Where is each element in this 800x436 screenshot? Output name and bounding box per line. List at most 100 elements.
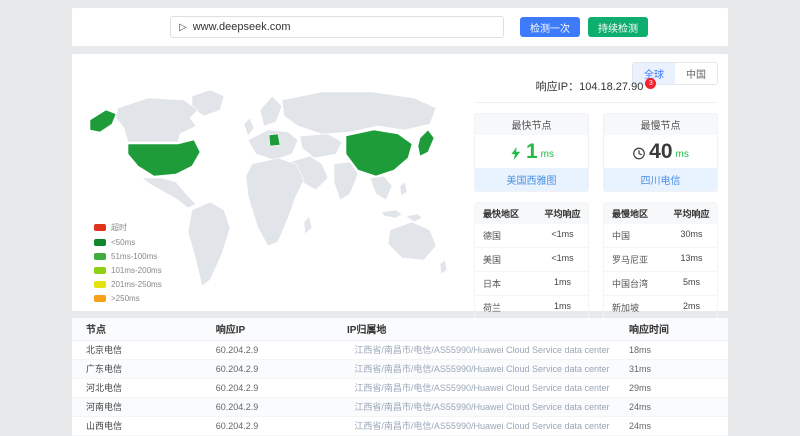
table-row: 河南电信 60.204.2.9 江西省/南昌市/电信/AS55990/Huawe…: [72, 397, 728, 416]
fastest-node-title: 最快节点: [475, 114, 588, 135]
table-row: 山西电信 60.204.2.9 江西省/南昌市/电信/AS55990/Huawe…: [72, 416, 728, 435]
node-ip: 60.204.2.9: [210, 340, 341, 359]
play-icon: ▷: [179, 22, 187, 33]
ip-count-badge: 3: [645, 78, 656, 89]
legend-item: 101ms-200ms: [94, 266, 162, 275]
search-bar: ▷ 检测一次 持续检测: [72, 8, 728, 46]
country-australia: [388, 222, 436, 260]
node-ip: 60.204.2.9: [210, 416, 341, 435]
slowest-latency-value: 40: [649, 142, 672, 162]
node-latency: 29ms: [623, 378, 728, 397]
response-ip-label: 响应IP：: [536, 81, 579, 93]
region-africa: [246, 158, 304, 246]
list-item: 罗马尼亚13ms: [604, 248, 717, 272]
fastest-latency-value: 1: [526, 142, 538, 162]
list-item: 美国<1ms: [475, 248, 588, 272]
legend-swatch: [94, 224, 106, 231]
country-madagascar: [304, 216, 312, 234]
table-header-row: 节点 响应IP IP归属地 响应时间: [72, 318, 728, 340]
continuous-check-button[interactable]: 持续检测: [588, 17, 648, 37]
legend-swatch: [94, 295, 106, 302]
legend-swatch: [94, 267, 106, 274]
check-once-button[interactable]: 检测一次: [520, 17, 580, 37]
table-header: 最慢地区 平均响应: [604, 203, 717, 224]
node-location: 江西省/南昌市/电信/AS55990/Huawei Cloud Service …: [341, 397, 623, 416]
result-panel: 全球 中国 超时 <50ms: [72, 54, 728, 311]
country-russia: [282, 92, 436, 134]
summary-column: 响应IP：104.18.27.903 最快节点 1 ms 美国西雅图 最慢节点: [474, 78, 718, 320]
list-item: 日本1ms: [475, 272, 588, 296]
column-header-latency: 响应时间: [623, 318, 728, 340]
slowest-latency-unit: ms: [676, 149, 689, 162]
legend-swatch: [94, 281, 106, 288]
region-southeast-asia: [370, 176, 392, 200]
legend-swatch: [94, 253, 106, 260]
fastest-latency-unit: ms: [541, 149, 554, 162]
node-ip: 60.204.2.9: [210, 359, 341, 378]
list-item: 中国台湾5ms: [604, 272, 717, 296]
table-row: 广东电信 60.204.2.9 江西省/南昌市/电信/AS55990/Huawe…: [72, 359, 728, 378]
column-header-location: IP归属地: [341, 318, 623, 340]
country-india: [334, 162, 358, 200]
table-row: 北京电信 60.204.2.9 江西省/南昌市/电信/AS55990/Huawe…: [72, 340, 728, 359]
country-philippines: [400, 182, 407, 196]
response-ip: 响应IP：104.18.27.903: [474, 78, 718, 103]
fastest-node-name: 美国西雅图: [475, 168, 588, 191]
node-latency: 31ms: [623, 359, 728, 378]
country-germany: [269, 134, 280, 146]
table-row: 河北电信 60.204.2.9 江西省/南昌市/电信/AS55990/Huawe…: [72, 378, 728, 397]
fastest-regions-table: 最快地区 平均响应 德国<1ms 美国<1ms 日本1ms 荷兰1ms: [474, 202, 589, 320]
node-location: 江西省/南昌市/电信/AS55990/Huawei Cloud Service …: [341, 378, 623, 397]
lightning-icon: [509, 144, 523, 162]
column-header-ip: 响应IP: [210, 318, 341, 340]
node-name: 河南电信: [72, 397, 210, 416]
country-indonesia: [382, 210, 402, 218]
legend-item: 51ms-100ms: [94, 252, 162, 261]
country-indonesia-east: [406, 214, 422, 222]
country-mexico: [142, 178, 196, 208]
legend-item: <50ms: [94, 238, 162, 247]
fastest-node-card: 最快节点 1 ms 美国西雅图: [474, 113, 589, 192]
country-south-america: [188, 202, 230, 286]
nodes-panel: 节点 响应IP IP归属地 响应时间 北京电信 60.204.2.9 江西省/南…: [72, 318, 728, 436]
legend-swatch: [94, 239, 106, 246]
map-legend: 超时 <50ms 51ms-100ms 101ms-200ms 201ms-25…: [94, 222, 162, 303]
node-latency: 24ms: [623, 416, 728, 435]
country-canada: [116, 98, 198, 142]
url-input-box[interactable]: ▷: [170, 16, 504, 38]
list-item: 德国<1ms: [475, 224, 588, 248]
list-item: 新加坡2ms: [604, 296, 717, 319]
node-latency: 18ms: [623, 340, 728, 359]
node-latency: 24ms: [623, 397, 728, 416]
country-usa: [128, 140, 200, 176]
node-ip: 60.204.2.9: [210, 378, 341, 397]
legend-item: 201ms-250ms: [94, 280, 162, 289]
country-uk: [244, 118, 254, 136]
table-header: 最快地区 平均响应: [475, 203, 588, 224]
url-input[interactable]: [193, 21, 495, 33]
region-central-asia: [300, 134, 342, 158]
nodes-table: 节点 响应IP IP归属地 响应时间 北京电信 60.204.2.9 江西省/南…: [72, 318, 728, 436]
node-name: 山西电信: [72, 416, 210, 435]
slowest-regions-table: 最慢地区 平均响应 中国30ms 罗马尼亚13ms 中国台湾5ms 新加坡2ms: [603, 202, 718, 320]
country-china: [346, 130, 412, 176]
country-japan: [418, 130, 434, 156]
clock-icon: [632, 144, 646, 162]
slowest-node-name: 四川电信: [604, 168, 717, 191]
list-item: 荷兰1ms: [475, 296, 588, 319]
stat-cards: 最快节点 1 ms 美国西雅图 最慢节点 40 ms: [474, 113, 718, 192]
country-alaska: [90, 110, 116, 132]
country-new-zealand: [440, 260, 447, 274]
node-name: 广东电信: [72, 359, 210, 378]
country-greenland: [192, 90, 224, 116]
column-header-node: 节点: [72, 318, 210, 340]
node-location: 江西省/南昌市/电信/AS55990/Huawei Cloud Service …: [341, 416, 623, 435]
node-location: 江西省/南昌市/电信/AS55990/Huawei Cloud Service …: [341, 359, 623, 378]
country-scandinavia: [260, 96, 282, 126]
region-tables: 最快地区 平均响应 德国<1ms 美国<1ms 日本1ms 荷兰1ms 最慢地区…: [474, 202, 718, 320]
slowest-node-title: 最慢节点: [604, 114, 717, 135]
node-name: 北京电信: [72, 340, 210, 359]
response-ip-value: 104.18.27.90: [579, 81, 643, 93]
node-ip: 60.204.2.9: [210, 397, 341, 416]
node-name: 河北电信: [72, 378, 210, 397]
